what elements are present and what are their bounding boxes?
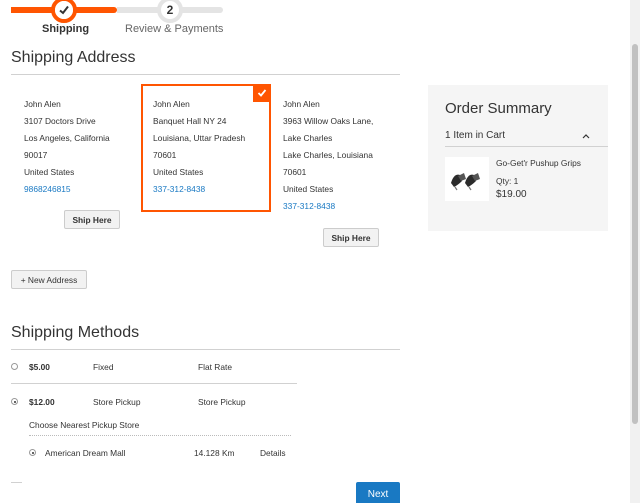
address-line: United States — [24, 167, 75, 177]
address-line: Los Angeles, California — [24, 133, 110, 143]
product-name: Go-Get'r Pushup Grips — [496, 158, 581, 168]
store-details-link[interactable]: Details — [260, 448, 286, 458]
check-icon — [55, 1, 73, 19]
address-line: 3107 Doctors Drive — [24, 116, 96, 126]
ship-here-button[interactable]: Ship Here — [323, 228, 379, 247]
product-price: $19.00 — [496, 189, 527, 200]
pickup-store-label: Choose Nearest Pickup Store — [29, 420, 140, 430]
row-divider — [11, 383, 297, 384]
store-name: American Dream Mall — [45, 448, 126, 458]
checkout-progress-bar: 2 Shipping Review & Payments — [11, 0, 225, 42]
address-line: Lake Charles, Louisiana — [283, 150, 373, 160]
address-line: John Alen — [283, 99, 320, 109]
method-price: $12.00 — [29, 397, 55, 407]
address-line: Louisiana, Uttar Pradesh — [153, 133, 246, 143]
order-summary-title: Order Summary — [445, 100, 552, 117]
shipping-method-radio-storepickup[interactable] — [11, 398, 18, 405]
address-card-2: John Alen Banquet Hall NY 24 Louisiana, … — [153, 96, 245, 198]
address-line: United States — [283, 184, 334, 194]
address-card-3: John Alen 3963 Willow Oaks Lane, Lake Ch… — [283, 96, 373, 215]
address-line: 90017 — [24, 150, 48, 160]
store-distance: 14.128 Km — [194, 448, 235, 458]
address-line: John Alen — [24, 99, 61, 109]
address-line: 3963 Willow Oaks Lane, — [283, 116, 374, 126]
section-divider — [11, 74, 400, 75]
address-phone-link[interactable]: 337-312-8438 — [153, 181, 245, 198]
address-phone-link[interactable]: 9868246815 — [24, 181, 110, 198]
method-title: Store Pickup — [93, 397, 141, 407]
method-carrier: Flat Rate — [198, 362, 232, 372]
step-shipping-complete[interactable] — [51, 0, 77, 23]
row-divider — [11, 482, 22, 483]
chevron-up-icon[interactable] — [582, 131, 590, 141]
method-price: $5.00 — [29, 362, 50, 372]
section-divider — [11, 349, 400, 350]
address-line: 70601 — [153, 150, 177, 160]
page-scrollbar[interactable] — [630, 0, 640, 503]
shipping-method-radio-flatrate[interactable] — [11, 363, 18, 370]
method-carrier: Store Pickup — [198, 397, 246, 407]
product-qty: Qty: 1 — [496, 176, 519, 186]
pickup-store-radio[interactable] — [29, 449, 36, 456]
address-card-1: John Alen 3107 Doctors Drive Los Angeles… — [24, 96, 110, 198]
selected-check-icon — [253, 84, 271, 102]
address-line: Lake Charles — [283, 133, 333, 143]
address-phone-link[interactable]: 337-312-8438 — [283, 198, 373, 215]
scrollbar-thumb[interactable] — [632, 44, 638, 424]
address-line: John Alen — [153, 99, 190, 109]
next-button[interactable]: Next — [356, 482, 400, 503]
product-thumbnail — [445, 157, 489, 201]
step-review-number: 2 — [157, 0, 183, 23]
new-address-button[interactable]: + New Address — [11, 270, 87, 289]
step-label-review-payments: Review & Payments — [125, 23, 224, 35]
summary-divider — [445, 146, 608, 147]
address-line: 70601 — [283, 167, 307, 177]
method-title: Fixed — [93, 362, 114, 372]
dotted-divider — [29, 435, 291, 436]
address-line: United States — [153, 167, 204, 177]
shipping-address-title: Shipping Address — [11, 49, 136, 66]
step-label-shipping[interactable]: Shipping — [42, 23, 89, 35]
shipping-methods-title: Shipping Methods — [11, 324, 140, 341]
order-summary-panel: Order Summary 1 Item in Cart Go-Get'r Pu… — [428, 85, 608, 231]
cart-items-toggle[interactable]: 1 Item in Cart — [445, 130, 505, 141]
address-line: Banquet Hall NY 24 — [153, 116, 227, 126]
ship-here-button[interactable]: Ship Here — [64, 210, 120, 229]
